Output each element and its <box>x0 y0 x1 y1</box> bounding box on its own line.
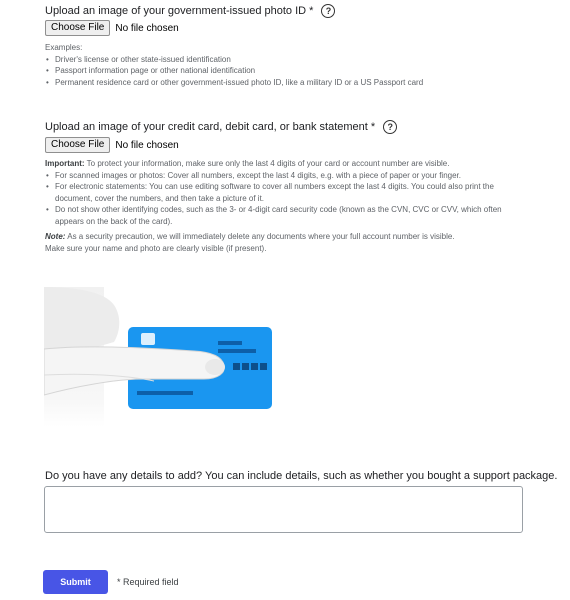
important-label: Important: <box>45 159 85 168</box>
security-note: Note: As a security precaution, we will … <box>45 231 525 243</box>
photo-id-file-status: No file chosen <box>115 22 179 34</box>
important-note: Important: To protect your information, … <box>45 158 525 170</box>
photo-id-examples: Examples: Driver's license or other stat… <box>45 42 525 88</box>
card-choose-file-button[interactable]: Choose File <box>45 137 111 153</box>
card-line <box>218 349 256 353</box>
card-digit <box>260 363 267 370</box>
submit-button[interactable]: Submit <box>43 570 108 594</box>
card-line <box>218 341 242 345</box>
photo-id-label: Upload an image of your government-issue… <box>45 5 314 17</box>
fingernail <box>205 359 225 375</box>
details-question: Do you have any details to add? You can … <box>45 470 557 482</box>
note-label: Note: <box>45 232 66 241</box>
photo-id-choose-file-button[interactable]: Choose File <box>45 20 111 36</box>
photo-id-question: Upload an image of your government-issue… <box>45 4 336 18</box>
example-item: Permanent residence card or other govern… <box>45 77 525 89</box>
examples-heading: Examples: <box>45 43 83 52</box>
card-chip <box>141 333 155 345</box>
card-file-input: Choose File No file chosen <box>45 137 179 153</box>
card-name-line <box>137 391 193 395</box>
details-textarea[interactable] <box>44 486 523 533</box>
instruction-item: Do not show other identifying codes, suc… <box>45 204 525 227</box>
hand-covering-card-illustration <box>44 287 272 427</box>
photo-id-file-input: Choose File No file chosen <box>45 20 179 36</box>
help-icon[interactable]: ? <box>321 4 336 18</box>
required-field-note: * Required field <box>117 577 179 587</box>
card-instructions: Important: To protect your information, … <box>45 158 525 254</box>
instruction-item: For scanned images or photos: Cover all … <box>45 170 525 182</box>
example-item: Passport information page or other natio… <box>45 65 525 77</box>
details-label: Do you have any details to add? You can … <box>45 470 558 482</box>
help-icon[interactable]: ? <box>383 120 398 134</box>
card-file-status: No file chosen <box>115 139 179 151</box>
card-digit <box>251 363 258 370</box>
card-digit <box>242 363 249 370</box>
example-item: Driver's license or other state-issued i… <box>45 54 525 66</box>
card-digit <box>233 363 240 370</box>
important-text: To protect your information, make sure o… <box>86 159 450 168</box>
instruction-item: For electronic statements: You can use e… <box>45 181 525 204</box>
note-line-2: Make sure your name and photo are clearl… <box>45 243 267 253</box>
note-text: As a security precaution, we will immedi… <box>67 232 455 241</box>
card-label: Upload an image of your credit card, deb… <box>45 121 376 133</box>
card-question: Upload an image of your credit card, deb… <box>45 120 398 134</box>
